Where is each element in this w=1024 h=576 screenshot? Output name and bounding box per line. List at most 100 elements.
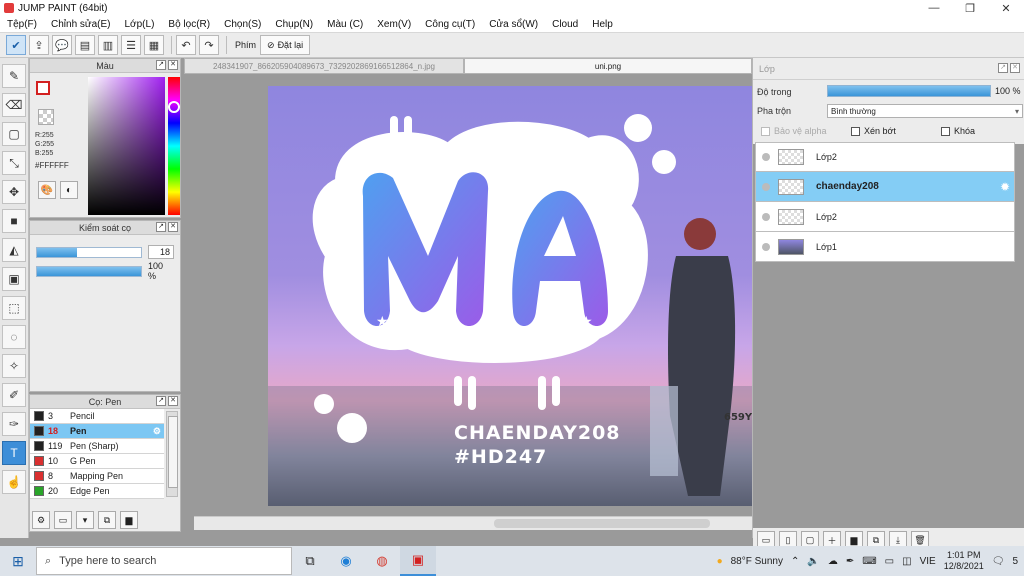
- undock-icon[interactable]: ↗: [998, 63, 1008, 73]
- undock-icon[interactable]: ↗: [156, 222, 166, 232]
- menu-view[interactable]: Xem(V): [370, 19, 418, 30]
- transparent-color-swatch[interactable]: [38, 109, 54, 125]
- undock-icon[interactable]: ↗: [156, 396, 166, 406]
- hand-icon[interactable]: ☝: [2, 470, 26, 494]
- protect-alpha-checkbox[interactable]: Bảo vệ alpha: [761, 126, 827, 136]
- input-language[interactable]: VIE: [920, 556, 936, 567]
- select-eraser-icon[interactable]: ✑: [2, 412, 26, 436]
- layer-opacity-slider[interactable]: [827, 85, 991, 97]
- scrollbar-thumb[interactable]: [494, 519, 710, 528]
- tab-uni-png[interactable]: uni.png: [464, 58, 752, 74]
- brush-item[interactable]: 8 Mapping Pen: [30, 469, 164, 484]
- color-set-icon[interactable]: ◐: [60, 181, 78, 199]
- volume-icon[interactable]: 🔈: [807, 556, 819, 567]
- menu-capture[interactable]: Chụp(N): [268, 19, 320, 30]
- pen-icon[interactable]: ✒: [846, 556, 854, 567]
- menu-tools[interactable]: Công cụ(T): [418, 19, 482, 30]
- list-icon[interactable]: ☰: [121, 35, 141, 55]
- minimize-icon[interactable]: —: [916, 0, 952, 16]
- brush-menu-icon[interactable]: ▾: [76, 511, 94, 529]
- tab-jpg[interactable]: 248341907_866205904089673_73292028691665…: [184, 58, 464, 74]
- notification-icon[interactable]: 🗨: [992, 556, 1005, 567]
- menu-edit[interactable]: Chỉnh sửa(E): [44, 19, 118, 30]
- brush-size-slider[interactable]: [36, 246, 142, 258]
- palette-icon[interactable]: 🎨: [38, 181, 56, 199]
- check-icon[interactable]: ✔: [6, 35, 26, 55]
- close-icon[interactable]: ✕: [1010, 63, 1020, 73]
- layer-row[interactable]: Lớp1: [755, 232, 1015, 262]
- brush-size-value[interactable]: 18: [148, 245, 174, 259]
- canvas-area[interactable]: ★ ★ ★ CHAENDAY208 #HD247 659Y: [184, 74, 752, 518]
- layer-row[interactable]: Lớp2: [755, 202, 1015, 232]
- blend-mode-select[interactable]: Bình thường: [827, 104, 1023, 118]
- visibility-icon[interactable]: [762, 212, 770, 221]
- chat-icon[interactable]: 💬: [52, 35, 72, 55]
- close-icon[interactable]: ✕: [168, 222, 178, 232]
- brush-item[interactable]: 10 G Pen: [30, 454, 164, 469]
- hue-handle[interactable]: [168, 101, 180, 113]
- menu-filter[interactable]: Bộ lọc(R): [161, 19, 217, 30]
- lock-checkbox[interactable]: Khóa: [941, 126, 975, 136]
- foreground-color-swatch[interactable]: [36, 81, 50, 95]
- text-tool-icon[interactable]: T: [2, 441, 26, 465]
- gradient-icon[interactable]: ▣: [2, 267, 26, 291]
- redo-icon[interactable]: ↷: [199, 35, 219, 55]
- visibility-icon[interactable]: [762, 242, 770, 251]
- export-icon[interactable]: ⇪: [29, 35, 49, 55]
- task-view-icon[interactable]: ⧉: [292, 546, 328, 576]
- undo-icon[interactable]: ↶: [176, 35, 196, 55]
- brush-item[interactable]: 3 Pencil: [30, 409, 164, 424]
- taskbar-search[interactable]: ⌕ Type here to search: [36, 547, 292, 575]
- brush-copy-icon[interactable]: ⧉: [98, 511, 116, 529]
- undock-icon[interactable]: ↗: [156, 60, 166, 70]
- bucket-icon[interactable]: ◭: [2, 238, 26, 262]
- brush-opacity-slider[interactable]: [36, 265, 142, 277]
- comment-icon[interactable]: ▤: [75, 35, 95, 55]
- eyedropper-icon[interactable]: ⤡: [2, 151, 26, 175]
- visibility-icon[interactable]: [762, 153, 770, 161]
- close-icon[interactable]: ✕: [168, 396, 178, 406]
- grid-settings-icon[interactable]: ▦: [144, 35, 164, 55]
- brush-settings-icon[interactable]: ⚙: [32, 511, 50, 529]
- rectangle-icon[interactable]: ▢: [2, 122, 26, 146]
- maximize-icon[interactable]: ❐: [952, 0, 988, 16]
- select-pen-icon[interactable]: ✐: [2, 383, 26, 407]
- menu-select[interactable]: Chọn(S): [217, 19, 268, 30]
- brush-item[interactable]: 20 Edge Pen: [30, 484, 164, 499]
- layer-row[interactable]: chaenday208 ✹: [755, 172, 1015, 202]
- gear-icon[interactable]: ⚙: [153, 426, 161, 437]
- menu-layer[interactable]: Lớp(L): [118, 19, 162, 30]
- chevron-up-icon[interactable]: ⌃: [791, 556, 799, 567]
- reset-button[interactable]: ⊘ Đặt lại: [260, 35, 311, 55]
- new-brush-icon[interactable]: ▭: [54, 511, 72, 529]
- menu-cloud[interactable]: Cloud: [545, 19, 585, 30]
- gear-icon[interactable]: ✹: [1000, 180, 1010, 194]
- keyboard-icon[interactable]: ⌨: [862, 556, 876, 567]
- menu-help[interactable]: Help: [585, 19, 620, 30]
- menu-file[interactable]: Tệp(F): [0, 19, 44, 30]
- magic-wand-icon[interactable]: ✧: [2, 354, 26, 378]
- weather-text[interactable]: 88°F Sunny: [731, 556, 783, 567]
- brush-icon[interactable]: ✎: [2, 64, 26, 88]
- chrome-icon[interactable]: ◍: [364, 546, 400, 576]
- move-icon[interactable]: ✥: [2, 180, 26, 204]
- windows-start-icon[interactable]: ⊞: [0, 546, 36, 576]
- clipping-checkbox[interactable]: Xén bớt: [851, 126, 896, 136]
- layer-row[interactable]: Lớp2: [755, 142, 1015, 172]
- edge-icon[interactable]: ◉: [328, 546, 364, 576]
- page-icon[interactable]: ▥: [98, 35, 118, 55]
- display-icon[interactable]: ▭: [885, 556, 894, 567]
- menu-color[interactable]: Màu (C): [320, 19, 370, 30]
- menu-window[interactable]: Cửa sổ(W): [482, 19, 545, 30]
- saturation-value-picker[interactable]: [88, 77, 165, 215]
- select-rect-icon[interactable]: ⬚: [2, 296, 26, 320]
- close-icon[interactable]: ✕: [988, 0, 1024, 16]
- brush-item[interactable]: 119 Pen (Sharp): [30, 439, 164, 454]
- hue-slider[interactable]: [168, 77, 180, 215]
- eraser-icon[interactable]: ⌫: [2, 93, 26, 117]
- network-icon[interactable]: ◫: [902, 556, 911, 567]
- lasso-icon[interactable]: ◌: [2, 325, 26, 349]
- brush-folder-icon[interactable]: ▆: [120, 511, 138, 529]
- close-icon[interactable]: ✕: [168, 60, 178, 70]
- visibility-icon[interactable]: [762, 182, 770, 191]
